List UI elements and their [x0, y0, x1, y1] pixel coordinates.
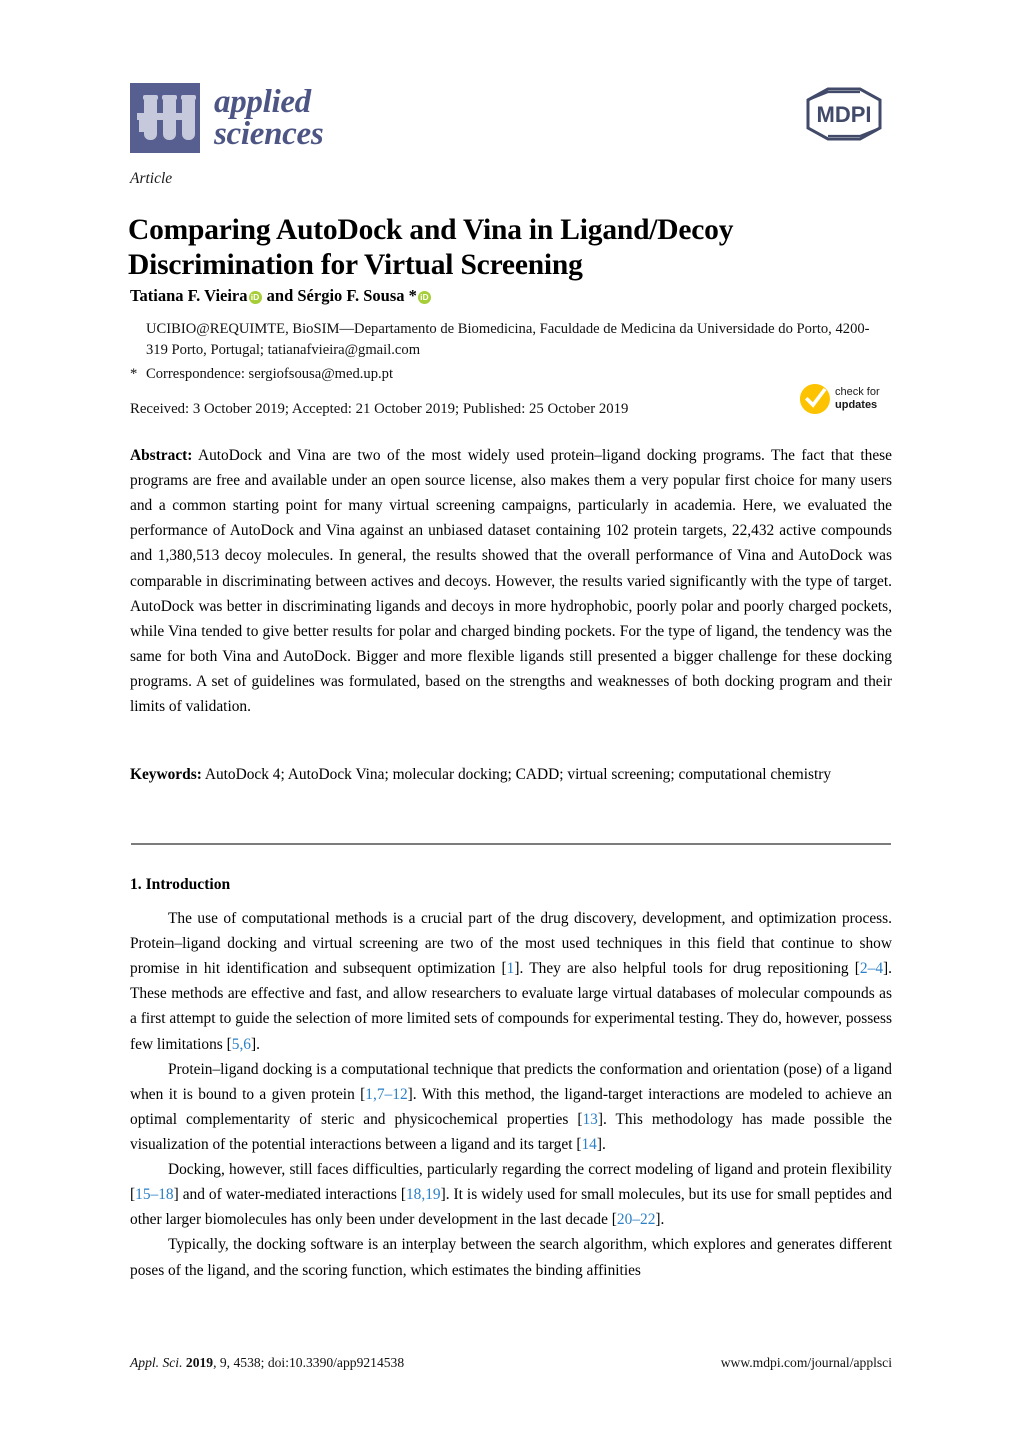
citation-link[interactable]: 4 [875, 960, 883, 977]
citation-link[interactable]: 6 [243, 1036, 251, 1053]
check-for-updates-badge[interactable]: check for updates [800, 384, 880, 414]
citation-link[interactable]: 20 [617, 1211, 632, 1228]
body-text-run: ]. [655, 1211, 665, 1229]
cfu-line2: updates [835, 399, 878, 411]
citation-link[interactable]: 22 [640, 1211, 655, 1228]
body-text-run: Typically, the docking software is an in… [130, 1236, 892, 1279]
correspondence-text: Correspondence: sergiofsousa@med.up.pt [146, 366, 394, 382]
footer-journal-abbrev: Appl. Sci. [130, 1355, 183, 1370]
svg-text:MDPI: MDPI [817, 102, 872, 127]
keywords-text: AutoDock 4; AutoDock Vina; molecular doc… [201, 766, 832, 783]
masthead: applied sciences MDPI [130, 78, 890, 158]
citation-link[interactable]: 1 [365, 1086, 373, 1103]
abstract-label: Abstract: [130, 447, 193, 464]
body-text-run: ]. [251, 1035, 260, 1053]
citation-link[interactable]: 12 [392, 1086, 407, 1103]
section-divider [131, 843, 891, 845]
citation-link[interactable]: 18 [158, 1186, 173, 1203]
citation-link[interactable]: 15 [135, 1186, 150, 1203]
orcid-icon[interactable]: iD [417, 291, 431, 304]
paper-page: applied sciences MDPI Article Comparing … [0, 0, 1020, 1442]
author-name-1: Tatiana F. Vieira [130, 286, 248, 305]
article-type-label: Article [130, 170, 173, 187]
citation-link[interactable]: 2 [860, 960, 868, 977]
footer-year: 2019 [185, 1355, 214, 1370]
body-paragraph: The use of computational methods is a cr… [130, 906, 892, 1057]
mdpi-logo: MDPI [798, 86, 890, 142]
footer-citation: Appl. Sci. 2019, 9, 4538; doi:10.3390/ap… [130, 1355, 404, 1371]
citation-link[interactable]: 19 [425, 1186, 440, 1203]
citation-link[interactable]: – [632, 1211, 640, 1228]
publication-dates: Received: 3 October 2019; Accepted: 21 O… [130, 401, 629, 417]
check-for-updates-text: check for updates [835, 386, 880, 412]
abstract-block: Abstract: AutoDock and Vina are two of t… [130, 443, 892, 719]
journal-logo: applied sciences [130, 83, 324, 153]
body-paragraph: Protein–ligand docking is a computationa… [130, 1057, 892, 1157]
section-heading-introduction: 1. Introduction [130, 876, 231, 893]
body-text-run: ] and of water-mediated interactions [ [173, 1186, 406, 1204]
body-text-run: ]. They are also helpful tools for drug … [514, 960, 860, 978]
abstract-text: AutoDock and Vina are two of the most wi… [130, 447, 892, 716]
correspondence-line: * Correspondence: sergiofsousa@med.up.pt [130, 364, 890, 385]
correspondence-marker: * [130, 366, 138, 382]
corresponding-author-marker: * [408, 286, 417, 305]
body-paragraph: Typically, the docking software is an in… [130, 1232, 892, 1282]
author-connector: and [262, 286, 298, 305]
keywords-block: Keywords: AutoDock 4; AutoDock Vina; mol… [130, 763, 892, 788]
citation-link[interactable]: 14 [581, 1136, 596, 1153]
page-title: Comparing AutoDock and Vina in Ligand/De… [128, 213, 734, 282]
check-circle-icon [800, 384, 830, 414]
citation-link[interactable]: 13 [582, 1111, 597, 1128]
test-tube-rack-icon [130, 83, 200, 153]
journal-name-line1: applied [214, 83, 311, 120]
affiliation-text: UCIBIO@REQUIMTE, BioSIM—Departamento de … [146, 321, 870, 358]
journal-name-line2: sciences [214, 116, 324, 152]
keywords-label: Keywords: [130, 766, 202, 783]
author-name-2: Sérgio F. Sousa [297, 286, 409, 305]
page-footer: Appl. Sci. 2019, 9, 4538; doi:10.3390/ap… [130, 1355, 892, 1371]
journal-name: applied sciences [214, 83, 324, 152]
author-list: Tatiana F. Vieira iD and Sérgio F. Sousa … [130, 286, 890, 306]
body-text-run: ]. [596, 1135, 606, 1153]
introduction-body: The use of computational methods is a cr… [130, 906, 892, 1283]
footer-url[interactable]: www.mdpi.com/journal/applsci [721, 1355, 892, 1371]
orcid-icon[interactable]: iD [248, 291, 262, 304]
citation-link[interactable]: 7 [377, 1086, 385, 1103]
cfu-line1: check for [835, 386, 880, 399]
citation-link[interactable]: 18 [406, 1186, 421, 1203]
footer-citation-rest: , 9, 4538; doi:10.3390/app9214538 [213, 1355, 405, 1370]
body-paragraph: Docking, however, still faces difficulti… [130, 1157, 892, 1232]
